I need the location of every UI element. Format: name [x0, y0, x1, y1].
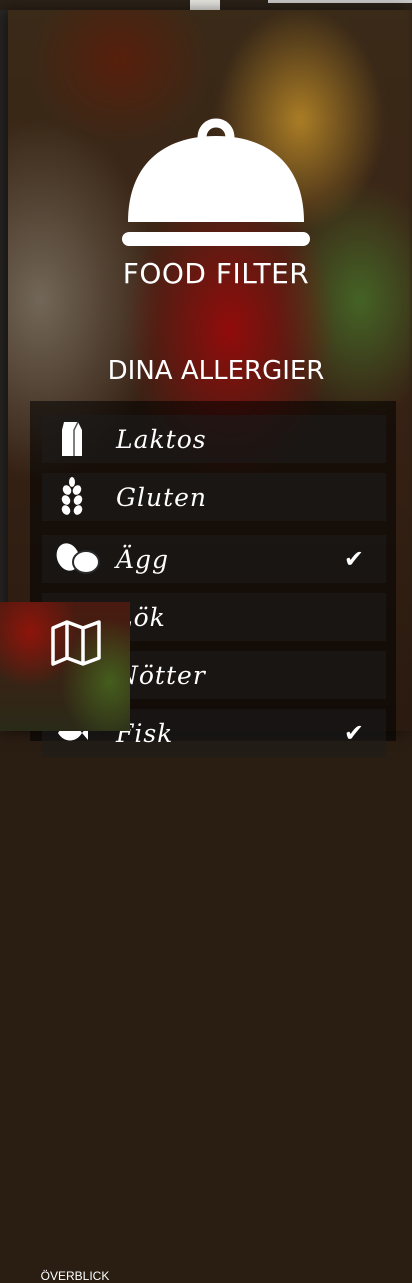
allergy-item-agg[interactable]: Ägg ✔ [42, 535, 386, 583]
check-icon: ✔ [343, 545, 364, 573]
overview-label: ÖVERBLICK [40, 1269, 110, 1283]
allergy-label: Gluten [116, 482, 208, 512]
overview-nav-button[interactable]: ÖVERBLICK [0, 602, 130, 1283]
app-title: FOOD FILTER [122, 257, 310, 290]
allergy-item-laktos[interactable]: Laktos [42, 415, 386, 463]
allergy-item-gluten[interactable]: Gluten [42, 473, 386, 521]
wheat-icon [56, 477, 88, 517]
check-icon: ✔ [343, 719, 364, 747]
eggs-icon [52, 539, 102, 579]
cloche-icon [122, 118, 310, 246]
underlying-app-strip [0, 0, 412, 10]
section-title: DINA ALLERGIER [107, 356, 325, 386]
allergy-label: Ägg [116, 544, 170, 574]
allergy-label: Laktos [116, 424, 207, 454]
map-icon [51, 620, 101, 666]
milk-carton-icon [56, 419, 88, 459]
